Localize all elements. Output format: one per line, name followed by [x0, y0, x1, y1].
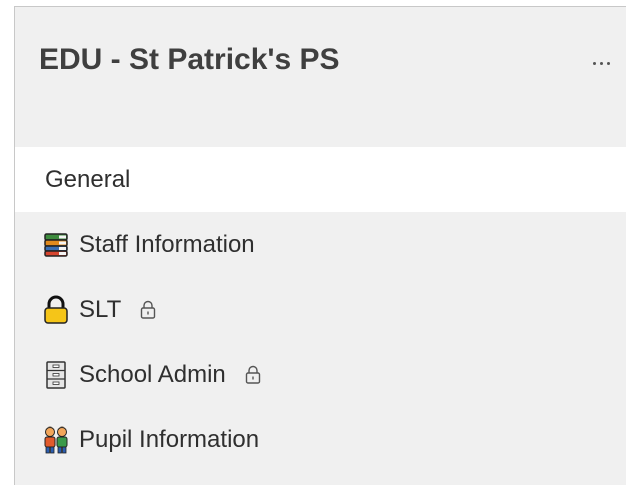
channel-label: School Admin — [79, 360, 226, 388]
more-options-button[interactable] — [583, 51, 619, 75]
channel-slt[interactable]: SLT — [15, 277, 626, 342]
private-lock-icon — [244, 364, 262, 386]
more-options-icon — [592, 61, 596, 65]
team-header: EDU - St Patrick's PS — [15, 7, 626, 127]
channel-school-admin[interactable]: School Admin — [15, 342, 626, 407]
filing-cabinet-icon — [41, 360, 71, 390]
more-options-dot — [606, 61, 610, 65]
channel-pupil-information[interactable]: Pupil Information — [15, 407, 626, 472]
more-options-dot — [599, 61, 603, 65]
channel-panel: EDU - St Patrick's PS General Staff Info… — [14, 6, 626, 485]
private-lock-icon — [139, 299, 157, 321]
channel-staff-information[interactable]: Staff Information — [15, 212, 626, 277]
channel-general[interactable]: General — [15, 147, 626, 212]
padlock-icon — [41, 295, 71, 325]
channel-label: Pupil Information — [79, 425, 260, 453]
channel-label: Staff Information — [79, 230, 255, 258]
team-name[interactable]: EDU - St Patrick's PS — [39, 43, 340, 77]
books-icon — [41, 230, 71, 260]
children-icon — [41, 425, 71, 455]
channel-list: General Staff Information SLT School Adm… — [15, 147, 626, 472]
channel-label: General — [45, 165, 131, 193]
channel-label: SLT — [79, 295, 122, 323]
